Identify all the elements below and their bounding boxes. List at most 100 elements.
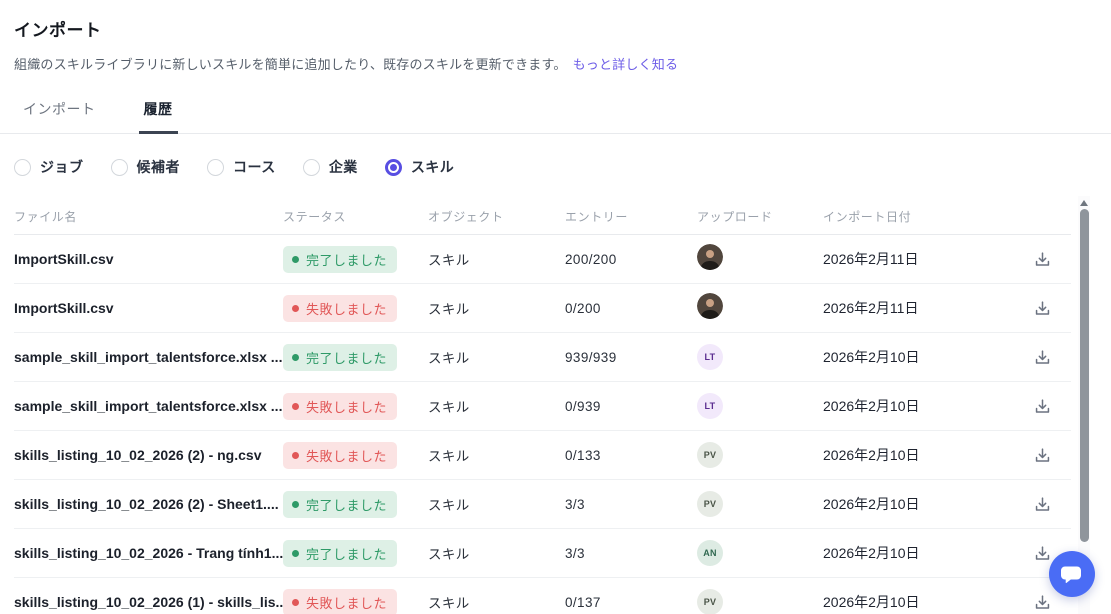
tab-bar: インポート 履歴: [0, 99, 1111, 134]
learn-more-link[interactable]: もっと詳しく知る: [573, 57, 679, 72]
entries-count: 939/939: [565, 349, 617, 365]
upload-cell: LT: [697, 393, 823, 419]
entries-count: 0/137: [565, 594, 601, 610]
radio-icon: [207, 158, 224, 176]
status-cell: 完了しました: [283, 245, 428, 273]
upload-cell: AN: [697, 540, 823, 566]
entries-count: 200/200: [565, 251, 617, 267]
status-dot-icon: [292, 255, 299, 263]
table-row: sample_skill_import_talentsforce.xlsx ..…: [14, 333, 1071, 382]
filter-option-company[interactable]: 企業: [302, 157, 358, 177]
import-date: 2026年2月11日: [823, 300, 919, 316]
uploader-avatar: LT: [697, 344, 723, 370]
status-dot-icon: [292, 304, 299, 312]
scrollbar-thumb[interactable]: [1079, 209, 1089, 542]
uploader-avatar: AN: [697, 540, 723, 566]
file-name: ImportSkill.csv: [14, 251, 114, 267]
filter-label: 企業: [328, 159, 358, 175]
uploader-avatar: LT: [697, 393, 723, 419]
uploader-avatar: PV: [697, 589, 723, 614]
page-header: インポート 組織のスキルライブラリに新しいスキルを簡単に追加したり、既存のスキル…: [14, 16, 1111, 73]
object-type: スキル: [428, 596, 470, 611]
filter-option-candidate[interactable]: 候補者: [110, 157, 181, 177]
col-header-entries: エントリー: [565, 209, 629, 224]
upload-cell: PV: [697, 442, 823, 468]
scrollbar[interactable]: [1078, 196, 1090, 614]
col-header-upload: アップロード: [697, 209, 773, 224]
status-dot-icon: [292, 549, 299, 557]
filter-option-job[interactable]: ジョブ: [14, 157, 84, 177]
table-row: skills_listing_10_02_2026 - Trang tính1.…: [14, 529, 1071, 578]
import-date: 2026年2月10日: [823, 496, 920, 512]
radio-icon: [302, 158, 320, 176]
filter-option-course[interactable]: コース: [207, 157, 276, 177]
status-badge: 完了しました: [283, 539, 398, 567]
page-title: インポート: [14, 21, 102, 40]
status-cell: 完了しました: [283, 539, 428, 567]
upload-cell: PV: [697, 491, 823, 517]
object-type: スキル: [428, 253, 470, 268]
import-date: 2026年2月10日: [823, 594, 920, 610]
file-name: ImportSkill.csv: [14, 300, 114, 316]
chat-launcher-button[interactable]: [1049, 551, 1095, 597]
actions-cell: [1013, 492, 1071, 517]
upload-cell: [697, 292, 823, 324]
radio-icon: [110, 158, 128, 176]
radio-icon: [14, 158, 31, 176]
file-name: sample_skill_import_talentsforce.xlsx ..…: [14, 349, 283, 365]
object-type: スキル: [428, 351, 470, 366]
table-row: skills_listing_10_02_2026 (2) - Sheet1..…: [14, 480, 1071, 529]
status-badge: 失敗しました: [283, 392, 398, 420]
actions-cell: [1013, 443, 1071, 468]
object-type: スキル: [428, 449, 470, 464]
download-button[interactable]: [1030, 247, 1055, 272]
file-name: skills_listing_10_02_2026 (2) - Sheet1..…: [14, 496, 279, 512]
status-badge: 完了しました: [283, 490, 398, 518]
upload-cell: PV: [697, 589, 823, 614]
filter-option-skill[interactable]: スキル: [384, 157, 455, 177]
status-cell: 失敗しました: [283, 588, 428, 614]
scroll-up-arrow-icon[interactable]: [1080, 200, 1088, 206]
entries-count: 3/3: [565, 545, 585, 561]
import-date: 2026年2月10日: [823, 398, 920, 414]
status-dot-icon: [292, 598, 299, 606]
object-type: スキル: [428, 498, 470, 513]
status-badge: 失敗しました: [283, 441, 398, 469]
col-header-object: オブジェクト: [428, 209, 504, 224]
status-label: 完了しました: [306, 252, 388, 268]
download-button[interactable]: [1030, 345, 1055, 370]
import-date: 2026年2月10日: [823, 349, 920, 365]
status-cell: 失敗しました: [283, 392, 428, 420]
download-button[interactable]: [1030, 590, 1055, 614]
status-badge: 完了しました: [283, 245, 398, 273]
status-cell: 失敗しました: [283, 441, 428, 469]
download-button[interactable]: [1030, 296, 1055, 321]
import-date: 2026年2月10日: [823, 545, 920, 561]
status-cell: 完了しました: [283, 490, 428, 518]
status-label: 失敗しました: [306, 301, 388, 317]
table-row: ImportSkill.csv 失敗しました スキル 0/200 2026年2月…: [14, 284, 1071, 333]
table-row: sample_skill_import_talentsforce.xlsx ..…: [14, 382, 1071, 431]
status-dot-icon: [292, 451, 299, 459]
radio-icon: [384, 158, 402, 176]
entries-count: 0/200: [565, 300, 601, 316]
table-row: skills_listing_10_02_2026 (2) - ng.csv 失…: [14, 431, 1071, 480]
filter-label: コース: [233, 159, 276, 175]
download-button[interactable]: [1030, 541, 1055, 566]
object-type: スキル: [428, 547, 470, 562]
download-button[interactable]: [1030, 394, 1055, 419]
upload-cell: [697, 243, 823, 275]
download-button[interactable]: [1030, 492, 1055, 517]
status-label: 完了しました: [306, 546, 388, 562]
table-row: skills_listing_10_02_2026 (1) - skills_l…: [14, 578, 1071, 614]
download-button[interactable]: [1030, 443, 1055, 468]
entries-count: 0/939: [565, 398, 601, 414]
status-label: 失敗しました: [306, 595, 388, 611]
col-header-status: ステータス: [283, 209, 347, 224]
status-dot-icon: [292, 402, 299, 410]
object-type: スキル: [428, 302, 470, 317]
filter-label: スキル: [410, 159, 455, 175]
tab-history[interactable]: 履歴: [138, 99, 178, 134]
table-row: ImportSkill.csv 完了しました スキル 200/200 2026年…: [14, 235, 1071, 284]
tab-import[interactable]: インポート: [20, 99, 99, 133]
